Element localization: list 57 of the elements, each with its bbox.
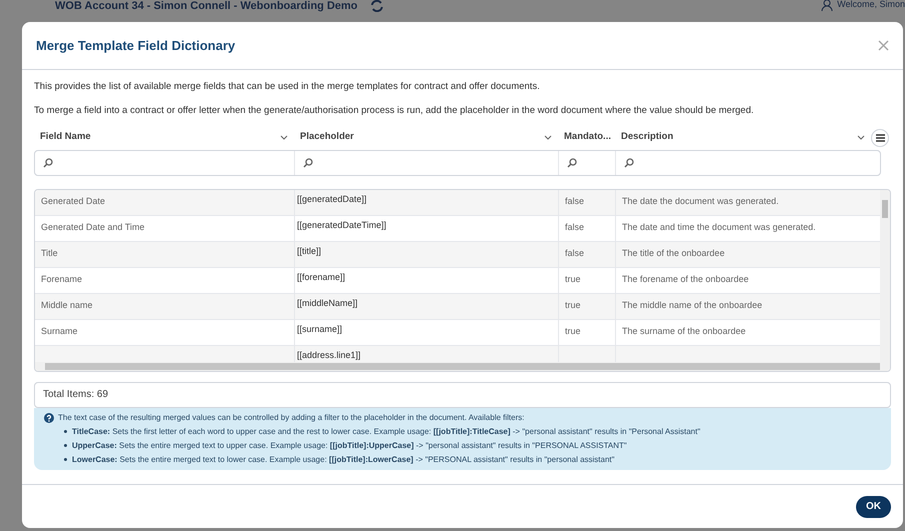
help-icon [44, 412, 54, 422]
column-menu-button[interactable] [871, 128, 889, 146]
filter-description: TitleCase: Sets the first letter of each word to upper case and the rest to lower case. Example usage: [[jobTitle]:TitleCase] -> "personal assistant" results in "Personal Assistant" [72, 426, 700, 438]
menu-icon [876, 134, 884, 142]
vertical-scrollbar[interactable] [880, 190, 890, 362]
table-cell-text: The date the document was generated. [622, 195, 779, 208]
filter-description: LowerCase: Sets the entire merged text to lower case. Example usage: [[jobTitle]:LowerCase] -> "PERSONAL assistant" results in "personal assistant" [72, 454, 614, 466]
table-cell: [[generatedDateTime]] [297, 220, 386, 230]
bullet-icon [64, 430, 67, 433]
table-cell-text: Forename [41, 273, 82, 286]
intro-text: To merge a field into a contract or offer letter when the generate/authorisation process is run, add the placeholder in the word document where the value should be merged. [34, 104, 755, 118]
table-cell-text: false [565, 221, 584, 234]
table-cell-text: Generated Date [41, 195, 106, 208]
total-items: Total Items: 69 [43, 388, 108, 402]
table-cell-text: Middle name [41, 299, 93, 312]
table-cell: [[generatedDate]] [297, 194, 367, 204]
app-title: WOB Account 34 - Simon Connell - Webonboarding Demo [55, 0, 358, 14]
table-cell-text: The title of the onboardee [622, 247, 725, 260]
column-header[interactable]: Placeholder [300, 130, 354, 145]
bullet-icon [64, 444, 67, 447]
table-cell-text: The surname of the onboardee [622, 325, 746, 338]
column-header[interactable]: Field Name [40, 130, 91, 145]
dialog-title: Merge Template Field Dictionary [36, 36, 236, 55]
table-cell-text: false [565, 195, 584, 208]
ok-button[interactable]: OK [856, 496, 891, 518]
user-icon[interactable] [821, 0, 834, 11]
table-cell-text: true [565, 325, 581, 338]
table-cell: [[title]] [297, 246, 322, 256]
column-header[interactable]: Description [621, 130, 674, 145]
table-cell: [[surname]] [297, 324, 342, 334]
caret-icon[interactable] [857, 135, 865, 140]
refresh-icon[interactable] [370, 0, 384, 12]
table-cell: [[forename]] [297, 272, 346, 282]
table-cell-text: true [565, 299, 581, 312]
caret-icon[interactable] [280, 135, 288, 140]
search-icon [303, 158, 313, 168]
table-cell: [[middleName]] [297, 298, 358, 308]
info-text: The text case of the resulting merged values can be controlled by adding a filter to the placeholder in the document. Available filters: [58, 412, 524, 424]
filter-description: UpperCase: Sets the entire merged text to upper case. Example usage: [[jobTitle]:UpperCase] -> "personal assistant" results in "PERSONAL ASSISTANT" [72, 440, 627, 452]
search-icon [43, 158, 53, 168]
table-cell-text: The middle name of the onboardee [622, 299, 762, 312]
table-cell-text: Surname [41, 325, 78, 338]
table-cell: [[address.line1]] [297, 350, 361, 360]
table-cell-text: false [565, 247, 584, 260]
table-cell-text: Title [41, 247, 58, 260]
table-cell-text: The date and time the document was generated. [622, 221, 816, 234]
welcome-text: Welcome, Simon [837, 0, 905, 11]
table-cell-text: The forename of the onboardee [622, 273, 749, 286]
search-icon [624, 158, 634, 168]
close-icon[interactable] [878, 40, 889, 51]
table-cell-text: true [565, 273, 581, 286]
caret-icon[interactable] [544, 135, 552, 140]
column-header[interactable]: Mandato... [564, 130, 611, 145]
table-cell-text: Generated Date and Time [41, 221, 145, 234]
search-icon [567, 158, 577, 168]
bullet-icon [64, 458, 67, 461]
intro-text: This provides the list of available merge fields that can be used in the merge templates for contract and offer documents. [34, 80, 541, 94]
